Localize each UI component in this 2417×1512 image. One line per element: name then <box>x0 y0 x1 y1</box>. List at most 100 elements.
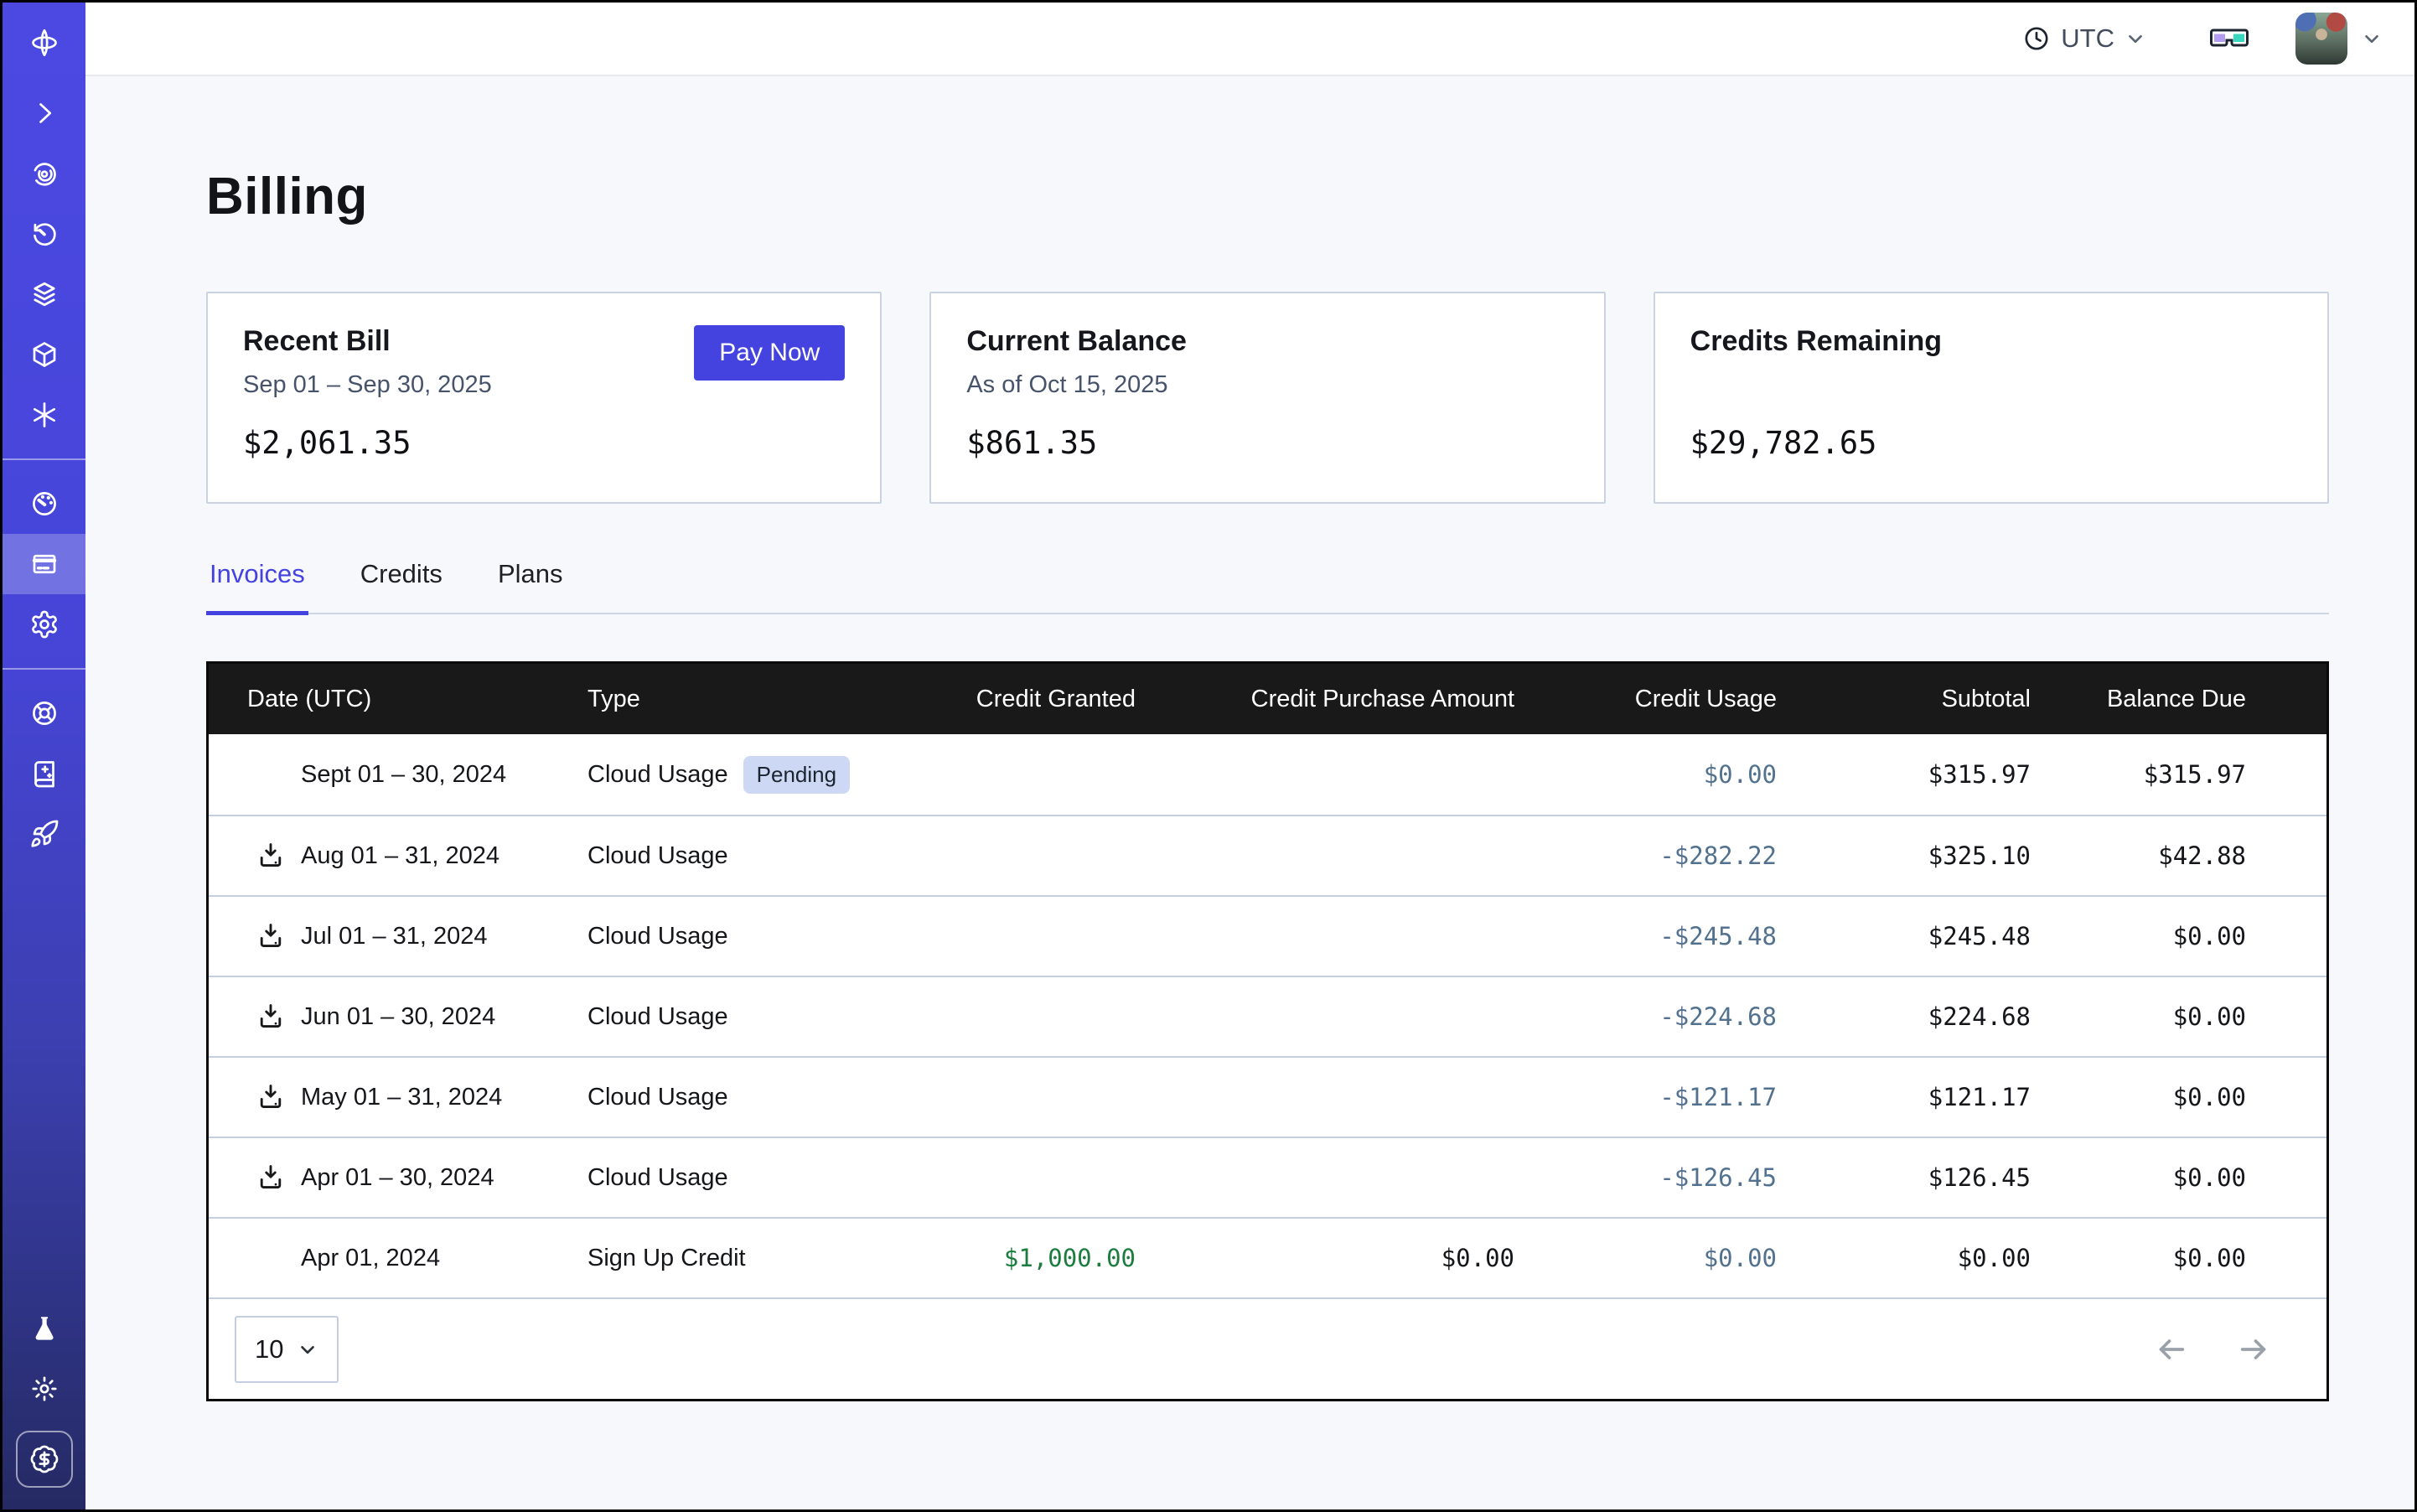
sidebar-divider <box>3 458 85 460</box>
card-subtitle: As of Oct 15, 2025 <box>966 371 1568 401</box>
credits-remaining-card: Credits Remaining $29,782.65 <box>1654 292 2329 504</box>
credit-usage-value: $0.00 <box>1514 760 1777 789</box>
invoice-type-cell: Cloud Usage <box>587 842 879 870</box>
sidebar-item-billing[interactable] <box>3 534 85 594</box>
invoice-date: May 01 – 31, 2024 <box>301 1084 502 1111</box>
billing-tabs: Invoices Credits Plans <box>206 559 2329 614</box>
next-page-button[interactable] <box>2234 1333 2273 1366</box>
timezone-label: UTC <box>2061 23 2114 54</box>
column-header-balance-due: Balance Due <box>2031 686 2246 713</box>
invoice-date-cell: Jun 01 – 30, 2024 <box>209 1002 587 1032</box>
column-header-credit-usage: Credit Usage <box>1514 686 1777 713</box>
prev-page-button[interactable] <box>2152 1333 2191 1366</box>
pagination <box>2152 1333 2273 1366</box>
orbit-logo-icon[interactable] <box>3 3 85 83</box>
sidebar <box>3 3 85 1509</box>
download-invoice-icon[interactable] <box>256 1082 301 1112</box>
history-timer-icon[interactable] <box>3 204 85 264</box>
balance-due-value: $0.00 <box>2031 1163 2246 1192</box>
download-invoice-icon[interactable] <box>256 921 301 951</box>
gauge-icon[interactable] <box>3 474 85 534</box>
invoice-type: Cloud Usage <box>587 1003 728 1031</box>
current-balance-card: Current Balance As of Oct 15, 2025 $861.… <box>929 292 1605 504</box>
lifebuoy-icon[interactable] <box>3 683 85 743</box>
subtotal-value: $325.10 <box>1777 841 2031 870</box>
subtotal-value: $315.97 <box>1777 760 2031 789</box>
invoice-date-cell: May 01 – 31, 2024 <box>209 1082 587 1112</box>
download-invoice-icon[interactable] <box>256 759 301 790</box>
download-invoice-icon[interactable] <box>256 1002 301 1032</box>
card-title: Credits Remaining <box>1690 325 2292 358</box>
chevron-right-icon[interactable] <box>3 83 85 143</box>
credit-usage-value: -$224.68 <box>1514 1002 1777 1031</box>
flask-icon[interactable] <box>3 1298 85 1359</box>
table-row: Sept 01 – 30, 2024 Cloud Usage Pending $… <box>209 734 2326 815</box>
clock-icon <box>2022 24 2051 53</box>
invoice-date: Sept 01 – 30, 2024 <box>301 761 506 789</box>
timezone-selector[interactable]: UTC <box>2022 23 2146 54</box>
badge-dollar-button[interactable] <box>16 1431 73 1488</box>
table-body: Sept 01 – 30, 2024 Cloud Usage Pending $… <box>209 734 2326 1297</box>
invoice-type-cell: Cloud Usage Pending <box>587 756 879 794</box>
credit-granted-value: $1,000.00 <box>879 1244 1136 1272</box>
invoice-type-cell: Cloud Usage <box>587 1003 879 1031</box>
card-subtitle <box>1690 371 2292 401</box>
layers-icon[interactable] <box>3 264 85 324</box>
invoice-type: Cloud Usage <box>587 1084 728 1111</box>
rocket-icon[interactable] <box>3 804 85 864</box>
invoice-date: Jul 01 – 31, 2024 <box>301 923 488 950</box>
tab-credits[interactable]: Credits <box>357 559 446 615</box>
current-balance-amount: $861.35 <box>966 425 1568 461</box>
invoice-date-cell: Apr 01 – 30, 2024 <box>209 1162 587 1193</box>
page-size-value: 10 <box>255 1334 283 1364</box>
column-header-date: Date (UTC) <box>209 686 587 713</box>
cube-icon[interactable] <box>3 324 85 385</box>
credit-purchase-value: $0.00 <box>1136 1244 1514 1272</box>
download-invoice-icon[interactable] <box>256 841 301 871</box>
gear-icon[interactable] <box>3 594 85 655</box>
invoice-type-cell: Cloud Usage <box>587 1164 879 1192</box>
recent-bill-card: Recent Bill Sep 01 – Sep 30, 2025 $2,061… <box>206 292 882 504</box>
chevron-down-icon <box>2125 28 2146 49</box>
user-menu[interactable] <box>2295 13 2383 65</box>
invoice-type-cell: Cloud Usage <box>587 1084 879 1111</box>
table-header: Date (UTC) Type Credit Granted Credit Pu… <box>209 664 2326 734</box>
table-row: Jul 01 – 31, 2024 Cloud Usage -$245.48 $… <box>209 895 2326 976</box>
download-invoice-icon[interactable] <box>256 1243 301 1273</box>
credit-usage-value: -$245.48 <box>1514 922 1777 950</box>
book-sparkles-icon[interactable] <box>3 743 85 804</box>
balance-due-value: $0.00 <box>2031 1002 2246 1031</box>
invoice-date-cell: Jul 01 – 31, 2024 <box>209 921 587 951</box>
balance-due-value: $315.97 <box>2031 760 2246 789</box>
subtotal-value: $245.48 <box>1777 922 2031 950</box>
column-header-subtotal: Subtotal <box>1777 686 2031 713</box>
chevron-down-icon <box>297 1339 318 1360</box>
tab-invoices[interactable]: Invoices <box>206 559 308 615</box>
subtotal-value: $0.00 <box>1777 1244 2031 1272</box>
credit-usage-value: -$126.45 <box>1514 1163 1777 1192</box>
invoice-type: Cloud Usage <box>587 923 728 950</box>
sun-brightness-icon[interactable] <box>3 1359 85 1419</box>
invoice-type: Cloud Usage <box>587 761 728 789</box>
avatar[interactable] <box>2295 13 2347 65</box>
invoice-date: Apr 01, 2024 <box>301 1245 440 1272</box>
table-footer: 10 <box>209 1297 2326 1399</box>
credit-usage-value: -$121.17 <box>1514 1083 1777 1111</box>
invoice-date: Apr 01 – 30, 2024 <box>301 1164 494 1192</box>
balance-due-value: $0.00 <box>2031 922 2246 950</box>
glasses-icon[interactable] <box>2210 26 2249 51</box>
spiral-scan-icon[interactable] <box>3 143 85 204</box>
invoices-table: Date (UTC) Type Credit Granted Credit Pu… <box>206 661 2329 1401</box>
download-invoice-icon[interactable] <box>256 1162 301 1193</box>
table-row: May 01 – 31, 2024 Cloud Usage -$121.17 $… <box>209 1056 2326 1137</box>
table-row: Apr 01, 2024 Sign Up Credit $1,000.00 $0… <box>209 1217 2326 1297</box>
pay-now-button[interactable]: Pay Now <box>694 325 845 381</box>
column-header-type: Type <box>587 686 879 713</box>
tab-plans[interactable]: Plans <box>494 559 567 615</box>
asterisk-icon[interactable] <box>3 385 85 445</box>
credit-usage-value: -$282.22 <box>1514 841 1777 870</box>
page-size-select[interactable]: 10 <box>235 1316 339 1383</box>
invoice-date: Jun 01 – 30, 2024 <box>301 1003 495 1031</box>
invoice-date-cell: Apr 01, 2024 <box>209 1243 587 1273</box>
column-header-credit-purchase: Credit Purchase Amount <box>1136 686 1514 713</box>
